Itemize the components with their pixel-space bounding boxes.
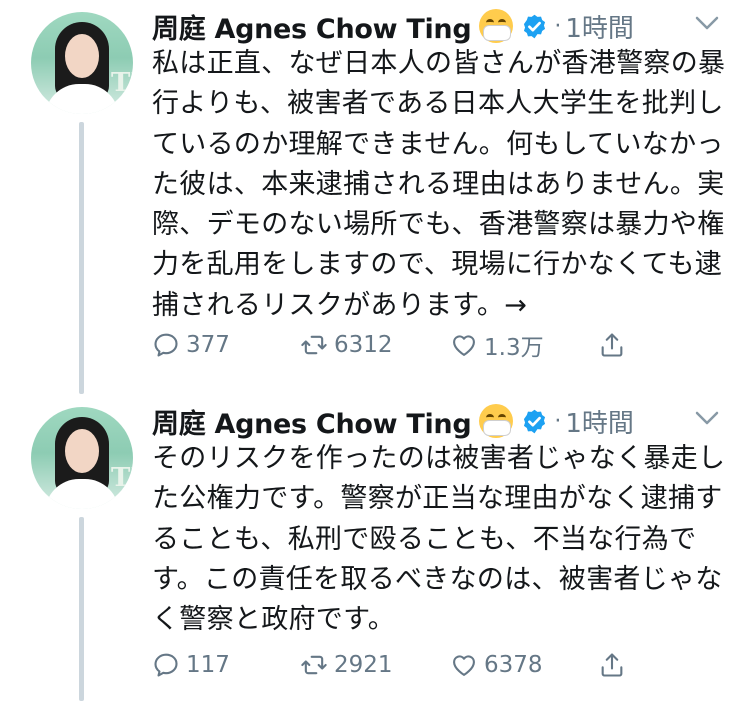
tweet[interactable]: TI 周庭 Agnes Chow Ting · 1時間 私は正直、なぜ日本人の皆… (0, 0, 750, 395)
reply-count: 377 (186, 332, 230, 358)
share-icon (601, 333, 623, 357)
verified-badge-icon (524, 409, 546, 433)
author-name[interactable]: 周庭 Agnes Chow Ting (152, 402, 472, 441)
like-count: 6378 (484, 652, 543, 678)
retweet-icon (301, 335, 327, 355)
tweet-timestamp[interactable]: 1時間 (565, 8, 634, 45)
reply-icon (154, 653, 178, 677)
tweet-header: 周庭 Agnes Chow Ting · 1時間 (152, 401, 634, 441)
verified-badge-icon (524, 14, 546, 38)
avatar-face (65, 429, 99, 473)
separator-dot: · (554, 408, 562, 434)
tweet-text: 私は正直、なぜ日本人の皆さんが香港警察の暴行よりも、被害者である日本人大学生を批… (152, 48, 726, 321)
retweet-button[interactable]: 2921 (300, 647, 393, 683)
tweet-text: そのリスクを作ったのは被害者じゃなく暴走した公権力です。警察が正当な理由がなく逮… (152, 443, 726, 636)
share-icon (601, 653, 623, 677)
reply-icon (154, 333, 178, 357)
author-name[interactable]: 周庭 Agnes Chow Ting (152, 7, 472, 46)
share-button[interactable] (598, 647, 632, 683)
reply-count: 117 (186, 652, 230, 678)
retweet-count: 6312 (334, 332, 393, 358)
separator-dot: · (554, 13, 562, 39)
chevron-down-icon[interactable] (694, 14, 720, 32)
avatar-background: TI (111, 463, 133, 493)
face-with-medical-mask-icon (479, 9, 514, 43)
heart-icon (453, 655, 475, 676)
tweet[interactable]: TI 周庭 Agnes Chow Ting · 1時間 そのリスクを作ったのは被… (0, 395, 750, 701)
avatar-background: TI (111, 68, 133, 98)
avatar[interactable]: TI (31, 407, 133, 509)
like-button[interactable]: 1.3万 (450, 327, 544, 363)
face-with-medical-mask-icon (479, 404, 514, 438)
tweet-actions: 117 2921 6378 (152, 647, 652, 683)
thread-line (79, 122, 84, 394)
share-button[interactable] (598, 327, 632, 363)
avatar-face (65, 34, 99, 78)
retweet-button[interactable]: 6312 (300, 327, 393, 363)
heart-icon (453, 335, 475, 356)
like-count: 1.3万 (484, 335, 544, 361)
tweet-header: 周庭 Agnes Chow Ting · 1時間 (152, 6, 634, 46)
retweet-count: 2921 (334, 652, 393, 678)
chevron-down-icon[interactable] (694, 409, 720, 427)
avatar[interactable]: TI (31, 12, 133, 114)
like-button[interactable]: 6378 (450, 647, 543, 683)
retweet-icon (301, 655, 327, 675)
reply-button[interactable]: 117 (152, 647, 230, 683)
tweet-timestamp[interactable]: 1時間 (565, 403, 634, 440)
reply-button[interactable]: 377 (152, 327, 230, 363)
thread-line (79, 517, 84, 701)
tweet-actions: 377 6312 1.3万 (152, 327, 652, 363)
